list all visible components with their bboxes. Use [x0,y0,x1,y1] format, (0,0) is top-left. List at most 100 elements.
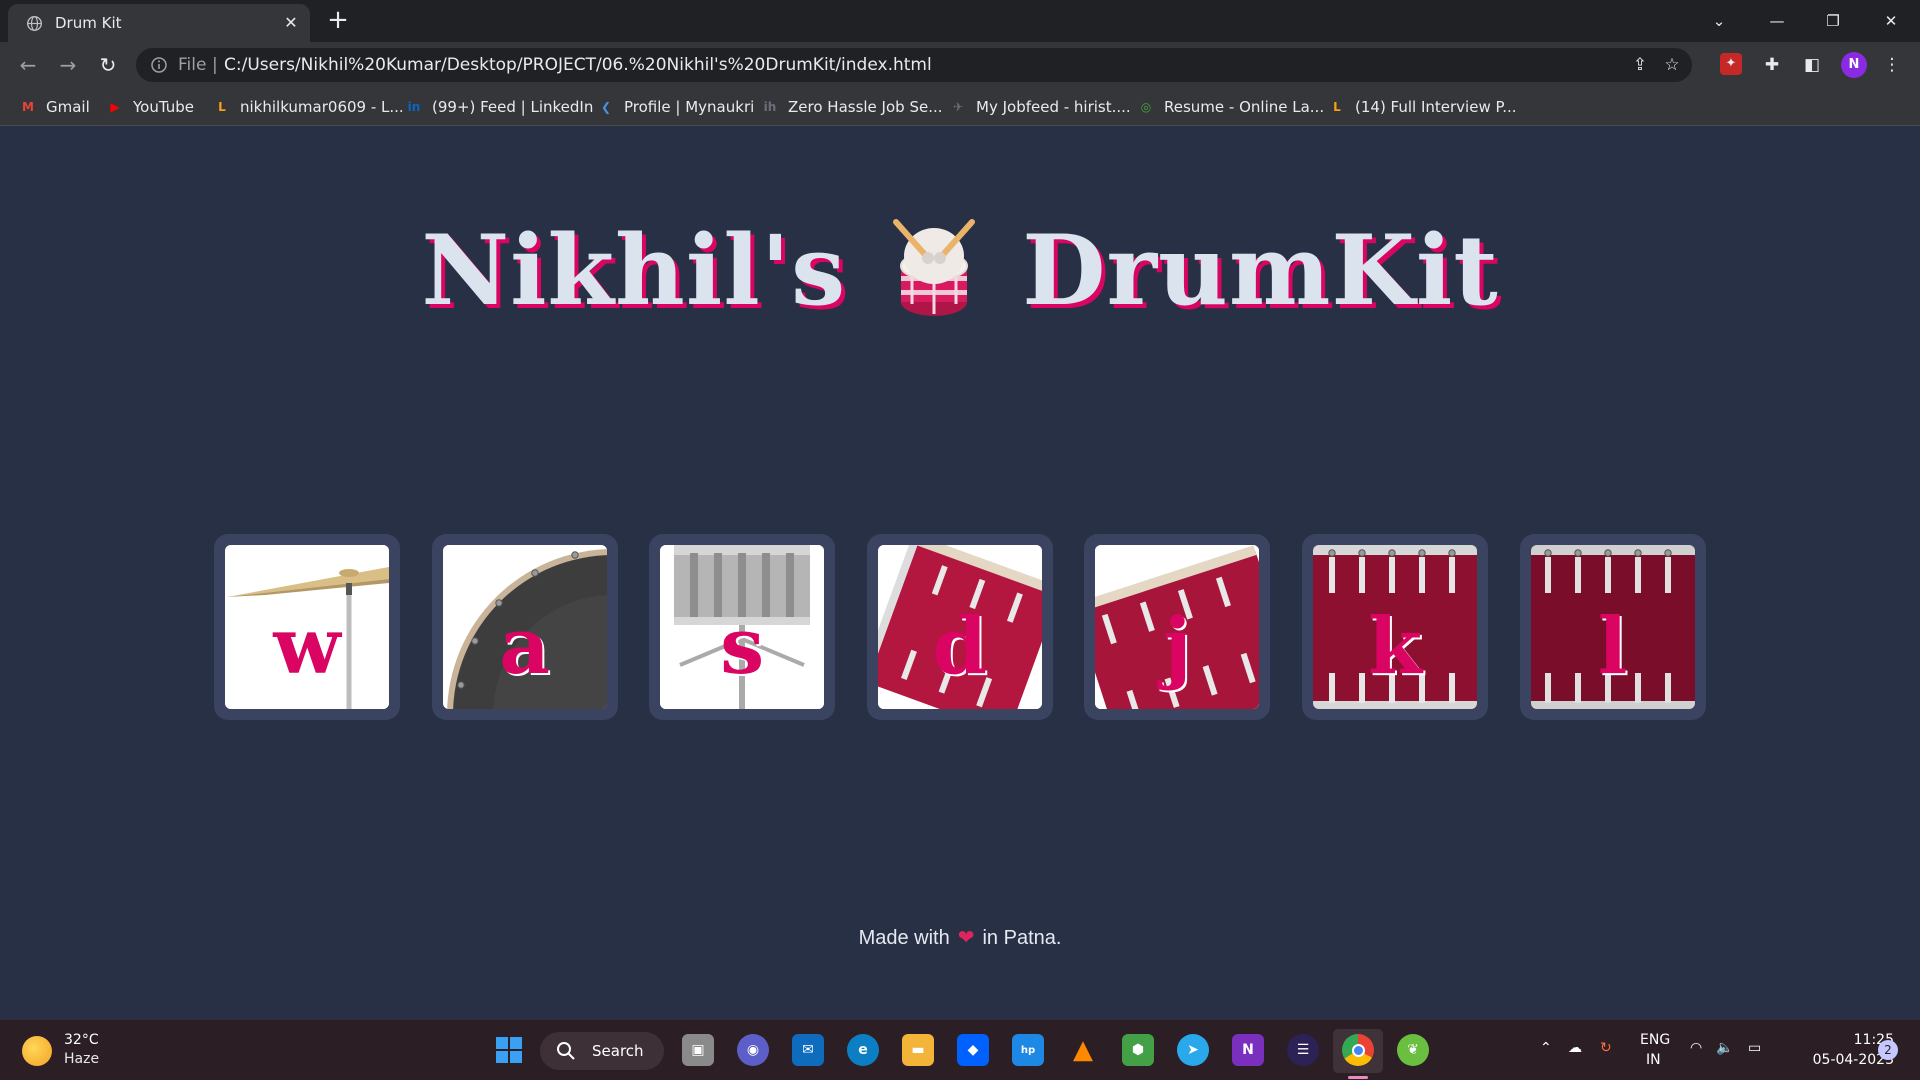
address-url[interactable]: C:/Users/Nikhil%20Kumar/Desktop/PROJECT/… [224,55,932,75]
reload-button[interactable]: ↻ [94,51,122,79]
drum-key-label: k [1367,601,1423,692]
eclipse-icon[interactable]: ☰ [1287,1034,1319,1066]
bookmark-star-icon[interactable]: ☆ [1662,55,1682,75]
drum-key-label: j [1163,601,1192,692]
bookmark-item[interactable]: ✈ My Jobfeed - hirist.... [948,97,1131,117]
drum-key-label: s [720,601,765,692]
myhp-icon[interactable]: hp [1012,1034,1044,1066]
sync-icon[interactable]: ↻ [1600,1040,1612,1056]
share-icon[interactable]: ⇪ [1630,55,1650,75]
extensions-puzzle-icon[interactable]: ✚ [1760,53,1784,77]
close-window-button[interactable]: ✕ [1868,6,1914,36]
taskbar: 32°C Haze Search ▣ ◉ ✉ e ▬ ◆ hp ▲ ⬢ ➤ N … [0,1019,1920,1080]
bookmark-label: YouTube [133,98,194,116]
drum-button-d[interactable]: d [866,534,1053,720]
bookmark-label: My Jobfeed - hirist.... [976,98,1131,116]
chrome-active-indicator [1348,1076,1368,1079]
drum-key-label: l [1597,601,1628,692]
tab-close-icon[interactable]: ✕ [280,12,302,34]
tom3-image: k [1313,545,1477,709]
address-scheme: File [178,55,207,75]
edge-icon[interactable]: e [847,1034,879,1066]
back-button[interactable]: ← [14,51,42,79]
drum-button-l[interactable]: l [1519,534,1706,720]
bookmark-item[interactable]: ▶ YouTube [105,97,194,117]
bookmark-item[interactable]: in (99+) Feed | LinkedIn [404,97,594,117]
side-panel-icon[interactable]: ◧ [1800,53,1824,77]
file-explorer-icon[interactable]: ▬ [902,1034,934,1066]
drum-button-a[interactable]: a [431,534,618,720]
task-view-icon[interactable]: ▣ [682,1034,714,1066]
drum-button-j[interactable]: j [1084,534,1271,720]
chrome-icon[interactable] [1342,1034,1374,1066]
new-tab-button[interactable]: + [326,7,350,33]
snare-image: s [660,545,825,709]
tom2-image: j [1095,545,1260,709]
footer: Made with ❤ in Patna. [0,925,1920,950]
linkedin-icon: in [407,100,421,114]
onedrive-icon[interactable]: ☁ [1568,1040,1582,1056]
bookmark-item[interactable]: M Gmail [18,97,90,117]
drum-button-s[interactable]: s [649,534,836,720]
onenote-icon[interactable]: N [1232,1034,1264,1066]
menu-kebab-icon[interactable]: ⋮ [1880,53,1904,77]
title-right: DrumKit [1022,213,1499,327]
browser-tab[interactable]: Drum Kit ✕ [8,4,310,42]
bookmark-item[interactable]: Lnikhilkumar0609 - L... [212,97,404,117]
bookmark-item[interactable]: ❮ Profile | Mynaukri [596,97,754,117]
weather-temperature[interactable]: 32°C [64,1032,99,1048]
leetcode-icon: L [1333,100,1341,114]
kick-image: a [442,545,607,709]
address-bar[interactable]: File | C:/Users/Nikhil%20Kumar/Desktop/P… [136,48,1692,82]
bookmark-item[interactable]: ◎ Resume - Online La... [1136,97,1324,117]
drum-key-label: w [273,601,341,692]
mail-icon[interactable]: ✉ [792,1034,824,1066]
language-bottom[interactable]: IN [1646,1052,1661,1068]
battery-icon[interactable]: ▭ [1748,1040,1761,1056]
spring-tools-icon[interactable]: ❦ [1397,1034,1429,1066]
tom1-image: d [877,545,1042,709]
overleaf-icon: ◎ [1140,100,1152,114]
taskbar-search[interactable]: Search [540,1032,664,1070]
weather-description[interactable]: Haze [64,1051,99,1067]
bookmark-label: Gmail [46,98,90,116]
nodejs-icon[interactable]: ⬢ [1122,1034,1154,1066]
search-label: Search [592,1042,644,1060]
bookmark-label: Profile | Mynaukri [624,98,755,116]
notification-badge[interactable]: 2 [1878,1040,1898,1060]
drum-button-k[interactable]: k [1302,534,1488,720]
globe-icon [27,16,42,31]
teams-chat-icon[interactable]: ◉ [737,1034,769,1066]
drum-button-w[interactable]: w [214,534,400,720]
minimize-button[interactable]: — [1754,6,1800,36]
vlc-icon[interactable]: ▲ [1067,1034,1099,1066]
address-separator: | [212,55,218,75]
volume-icon[interactable]: 🔈 [1716,1040,1733,1056]
bookmarks-bar: M Gmail ▶ YouTube Lnikhilkumar0609 - L... in (… [0,88,1920,126]
bookmark-item[interactable]: ih Zero Hassle Job Se... [760,97,943,117]
gmail-icon: M [22,100,34,114]
heart-icon: ❤ [957,927,975,949]
drum-emoji-icon [893,219,976,317]
drum-key-label: d [932,601,988,692]
naukri-icon: ❮ [600,100,612,114]
bookmark-item[interactable]: L (14) Full Interview P... [1327,97,1516,117]
forward-button[interactable]: → [54,51,82,79]
weather-haze-icon[interactable] [22,1036,52,1066]
extension-icon[interactable]: ✦ [1720,53,1742,75]
footer-text-post: in Patna. [982,927,1062,949]
tom4-image: l [1530,545,1695,709]
info-icon[interactable] [150,56,168,74]
bookmark-label: (99+) Feed | LinkedIn [432,98,594,116]
telegram-icon[interactable]: ➤ [1177,1034,1209,1066]
wifi-icon[interactable]: ◠ [1690,1040,1702,1056]
show-hidden-icons-icon[interactable]: ⌃ [1540,1040,1552,1056]
profile-avatar[interactable]: N [1841,52,1867,78]
dropbox-icon[interactable]: ◆ [957,1034,989,1066]
browser-toolbar: ← → ↻ File | C:/Users/Nikhil%20Kumar/Des… [0,42,1920,88]
iimjobs-icon: ih [763,100,777,114]
tab-search-icon[interactable]: ⌄ [1696,6,1742,36]
windows-start-icon[interactable] [493,1034,525,1066]
restore-button[interactable]: ❐ [1810,6,1856,36]
language-top[interactable]: ENG [1640,1032,1670,1048]
